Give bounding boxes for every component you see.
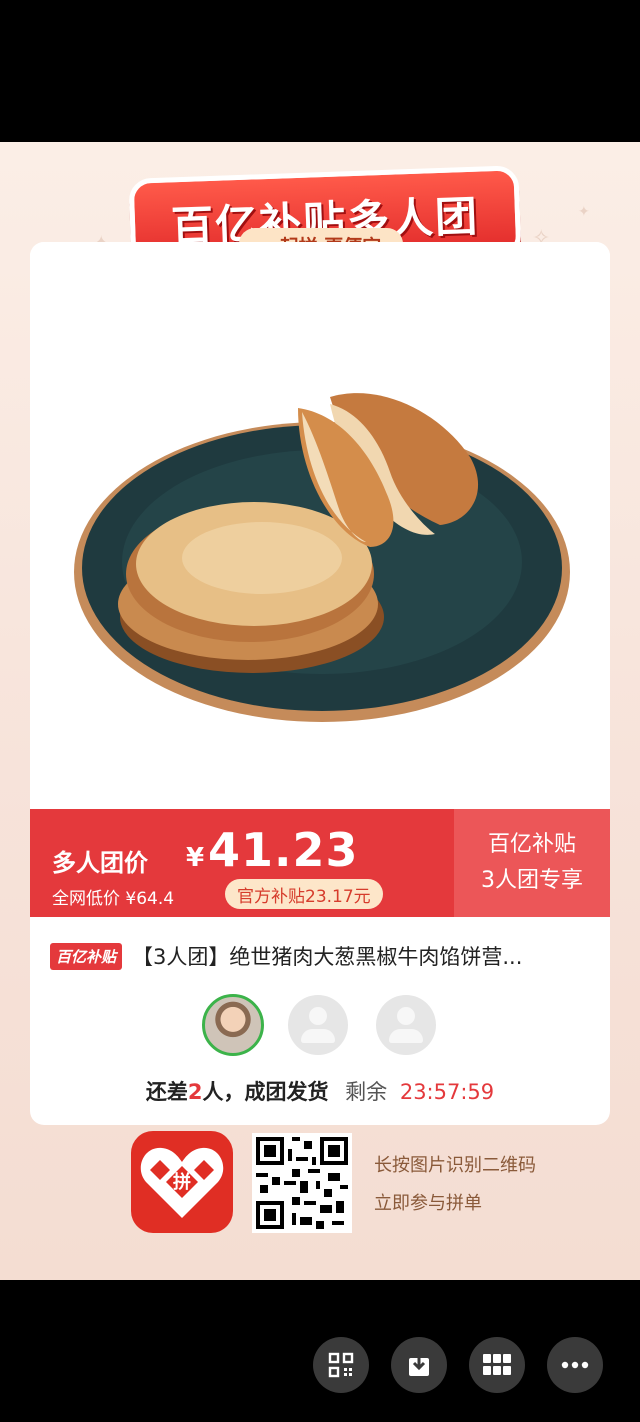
qr-hint-line2: 立即参与拼单 [374,1193,482,1214]
more-icon [561,1361,589,1369]
qr-scan-icon [328,1352,354,1378]
scan-qr-button[interactable] [313,1337,369,1393]
share-poster[interactable]: ✦ ✧ ✦ 百亿补贴多人团 一起拼 更便宜 多人团价 ¥ [0,142,640,1280]
empty-avatar-icon [376,995,436,1055]
group-price-label: 多人团价 [52,849,148,877]
status-prefix: 还差 [145,1080,188,1104]
app-logo-text: 拼 [173,1171,191,1193]
product-title: 【3人团】绝世猪肉大葱黑椒牛肉馅饼营... [132,945,523,969]
more-button[interactable] [547,1337,603,1393]
promo-tag: 百亿补贴 3人团专享 [454,809,610,917]
heart-logo-icon: 拼 [140,1147,224,1218]
grid-menu-button[interactable] [469,1337,525,1393]
price-info: 多人团价 ¥ 41.23 全网低价 ¥64.4 官方补贴23.17元 [50,823,455,913]
remaining-label: 剩余 [345,1080,388,1104]
qr-hint: 长按图片识别二维码 立即参与拼单 [374,1147,536,1223]
qr-code[interactable] [252,1133,352,1233]
subsidy-logo-badge: 百亿补贴 [50,942,123,970]
app-logo: 拼 [131,1131,233,1233]
group-status: 还差2人，成团发货 剩余 23:57:59 [30,1076,610,1110]
download-icon [409,1355,429,1376]
status-suffix: 人，成团发货 [202,1080,329,1104]
price-bar: 多人团价 ¥ 41.23 全网低价 ¥64.4 官方补贴23.17元 百亿补贴 … [30,809,610,917]
subsidy-badge: 官方补贴23.17元 [225,879,383,909]
product-image [30,242,610,808]
sparkle-icon: ✦ [578,204,590,220]
download-button[interactable] [391,1337,447,1393]
currency-symbol: ¥ [186,843,205,873]
product-card[interactable]: 多人团价 ¥ 41.23 全网低价 ¥64.4 官方补贴23.17元 百亿补贴 … [30,242,610,1125]
empty-avatar-icon [288,995,348,1055]
promo-tag-line2: 3人团专享 [481,868,583,893]
countdown-timer: 23:57:59 [399,1080,495,1104]
promo-tag-line1: 百亿补贴 [487,832,576,857]
qr-hint-line1: 长按图片识别二维码 [374,1155,536,1176]
grid-icon [483,1354,511,1375]
group-price: 41.23 [208,823,359,877]
group-members [200,993,440,1057]
market-price: 全网低价 ¥64.4 [52,889,175,909]
product-title-row[interactable]: 百亿补贴 【3人团】绝世猪肉大葱黑椒牛肉馅饼营... [50,941,600,971]
missing-count: 2 [187,1080,203,1104]
avatar [202,994,264,1056]
poster-footer: 拼 长按图片识别二维码 立即参与拼单 [0,1122,640,1252]
